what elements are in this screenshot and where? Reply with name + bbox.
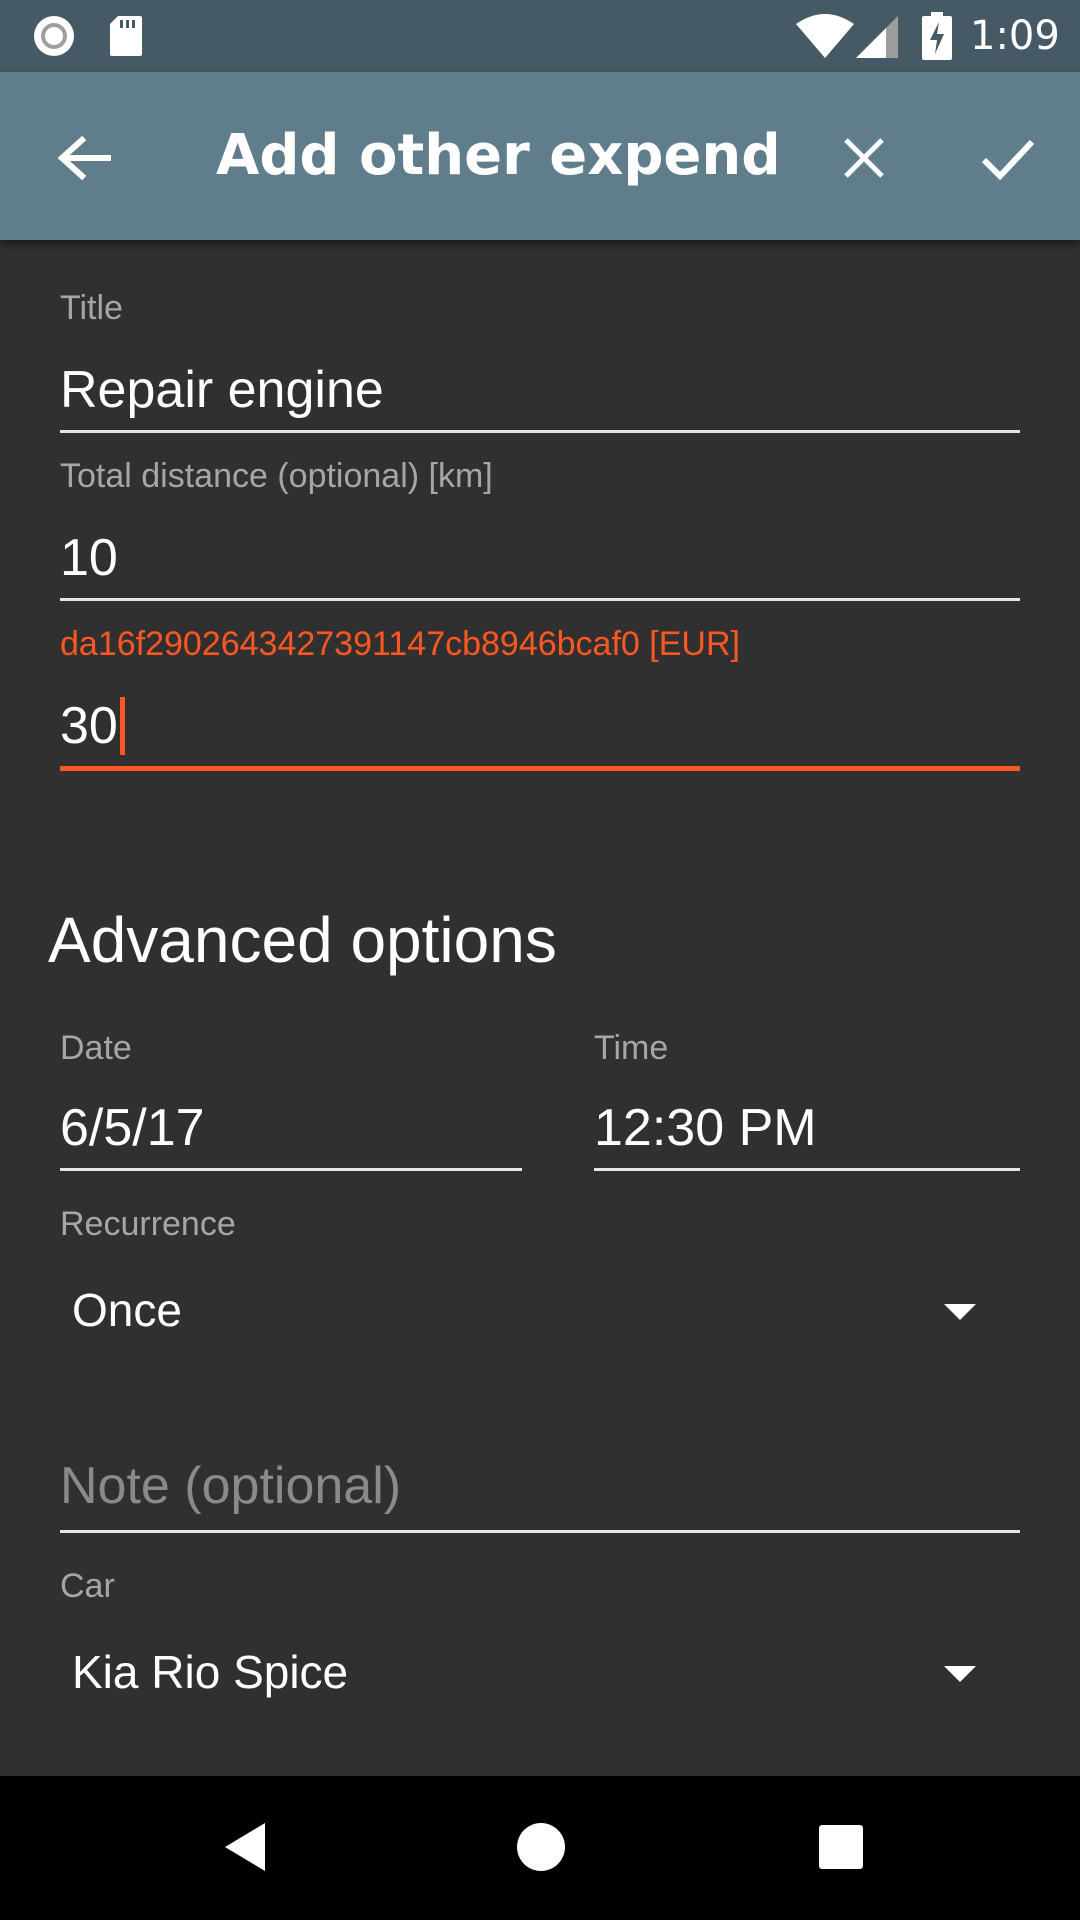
chevron-down-icon [944,1664,976,1684]
record-icon [32,14,76,58]
price-underline [60,766,1020,771]
chevron-down-icon [944,1302,976,1322]
battery-charging-icon [922,12,952,60]
system-nav-bar [0,1776,1080,1920]
title-underline [60,430,1020,433]
save-button[interactable] [960,112,1056,208]
nav-recents-icon [818,1824,864,1875]
car-dropdown[interactable]: Kia Rio Spice [48,1622,1008,1722]
back-button[interactable] [36,112,132,208]
close-icon [842,136,886,185]
sd-card-icon [108,14,144,58]
note-input[interactable]: Note (optional) [60,1454,401,1518]
distance-label: Total distance (optional) [km] [60,457,493,495]
price-value: 30 [60,697,118,755]
cancel-button[interactable] [816,112,912,208]
form-content: Title Repair engine Total distance (opti… [0,240,1080,1776]
advanced-options-heading: Advanced options [48,904,557,976]
status-time: 1:09 [970,13,1060,59]
arrow-left-icon [56,134,112,187]
car-label: Car [60,1567,115,1605]
check-icon [980,136,1036,185]
wifi-icon [796,14,854,58]
note-underline [60,1530,1020,1533]
nav-recents-button[interactable] [796,1804,886,1894]
date-label: Date [60,1029,132,1067]
app-bar: Add other expendit… [0,72,1080,240]
price-input[interactable]: 30 [60,694,125,758]
nav-back-icon [221,1821,269,1878]
recurrence-value: Once [72,1284,182,1336]
text-cursor [119,697,125,756]
price-label: da16f2902643427391147cb8946bcaf0 [EUR] [60,625,740,663]
cell-signal-icon [856,16,898,58]
nav-home-icon [516,1822,566,1877]
title-label: Title [60,289,123,327]
page-title: Add other expendit… [216,123,776,188]
distance-underline [60,598,1020,601]
nav-home-button[interactable] [496,1804,586,1894]
status-bar: 1:09 [0,0,1080,72]
recurrence-dropdown[interactable]: Once [48,1260,1008,1360]
date-underline [60,1168,522,1171]
car-value: Kia Rio Spice [72,1646,349,1698]
nav-back-button[interactable] [200,1804,290,1894]
time-label: Time [594,1029,669,1067]
time-input[interactable]: 12:30 PM [594,1096,817,1160]
title-input[interactable]: Repair engine [60,358,384,422]
time-underline [594,1168,1020,1171]
date-input[interactable]: 6/5/17 [60,1096,205,1160]
distance-input[interactable]: 10 [60,526,118,590]
recurrence-label: Recurrence [60,1205,236,1243]
